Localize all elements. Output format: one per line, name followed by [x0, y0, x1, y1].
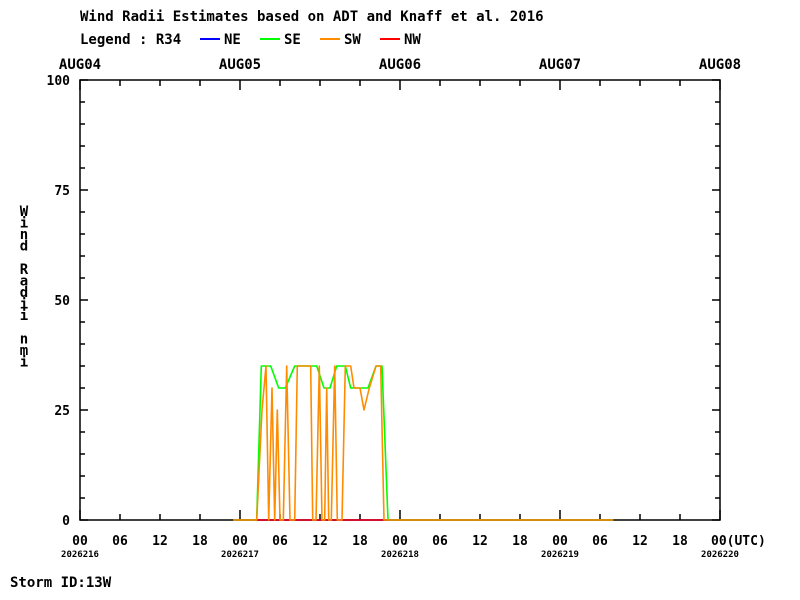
x-tick-label: 06 — [592, 534, 608, 549]
top-date-label: AUG06 — [379, 57, 421, 73]
x-tick-label: 00(UTC) — [711, 534, 766, 549]
x-date-label: 2026217 — [221, 550, 259, 560]
legend-entries: NE SE SW NW — [200, 32, 421, 48]
legend: Legend : R34 NE SE SW NW — [80, 32, 421, 48]
storm-id: Storm ID:13W — [10, 575, 112, 591]
y-tick-label: 0 — [62, 514, 70, 529]
x-tick-label: 06 — [112, 534, 128, 549]
chart-title: Wind Radii Estimates based on ADT and Kn… — [80, 9, 544, 25]
series-lines — [233, 365, 614, 521]
top-date-label: AUG04 — [59, 57, 101, 73]
y-tick-label: 75 — [54, 184, 70, 199]
y-tick-label: 25 — [54, 404, 70, 419]
x-date-label: 2026219 — [541, 550, 579, 560]
x-date-label: 2026220 — [701, 550, 739, 560]
legend-label-se: SE — [284, 32, 301, 48]
top-date-label: AUG07 — [539, 57, 581, 73]
x-date-label: 2026216 — [61, 550, 99, 560]
x-date-label: 2026218 — [381, 550, 419, 560]
x-tick-label: 12 — [152, 534, 168, 549]
x-tick-label: 00 — [552, 534, 568, 549]
x-tick-label: 12 — [472, 534, 488, 549]
top-date-label: AUG05 — [219, 57, 261, 73]
legend-label-ne: NE — [224, 32, 241, 48]
y-tick-label: 100 — [47, 74, 71, 89]
x-tick-label: 06 — [272, 534, 288, 549]
x-tick-label: 12 — [312, 534, 328, 549]
x-axis: 00 06 12 18 00 06 12 18 00 06 12 18 00 06 12 18 00(UTC)2… — [61, 80, 766, 560]
x-tick-label: 00 — [392, 534, 408, 549]
wind-radii-chart: Wind Radii Estimates based on ADT and Kn… — [10, 9, 766, 591]
legend-label-sw: SW — [344, 32, 361, 48]
x-tick-label: 06 — [432, 534, 448, 549]
series-line-sw — [233, 365, 614, 521]
y-tick-label: 50 — [54, 294, 70, 309]
plot-frame — [79, 79, 721, 521]
x-tick-label: 18 — [512, 534, 528, 549]
top-date-label: AUG08 — [699, 57, 741, 73]
y-axis-label-char: i — [20, 308, 28, 324]
x-tick-label: 18 — [352, 534, 368, 549]
top-date-labels: AUG04 AUG05 AUG06 AUG07 AUG08 — [59, 57, 741, 73]
y-axis-label: WindRadiinmi — [20, 204, 29, 371]
x-tick-label: 18 — [192, 534, 208, 549]
legend-label-nw: NW — [404, 32, 421, 48]
legend-prefix: Legend : R34 — [80, 32, 181, 48]
x-tick-label: 00 — [72, 534, 88, 549]
x-tick-label: 18 — [672, 534, 688, 549]
y-axis-label-char: d — [20, 239, 28, 255]
x-tick-label: 00 — [232, 534, 248, 549]
x-tick-label: 12 — [632, 534, 648, 549]
y-axis-label-char: i — [20, 355, 28, 371]
